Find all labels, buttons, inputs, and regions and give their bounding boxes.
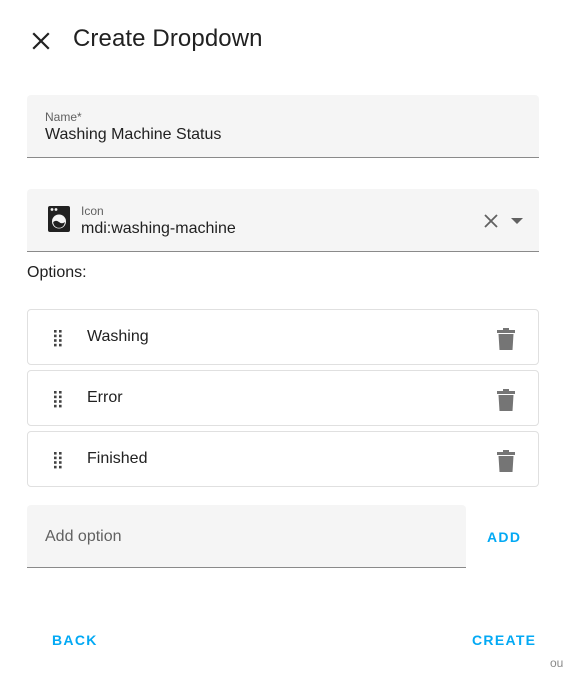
back-button[interactable]: BACK <box>52 632 98 648</box>
caret-down-icon <box>511 218 523 224</box>
close-icon <box>32 32 50 50</box>
add-option-field[interactable] <box>27 505 466 568</box>
icon-field-label: Icon <box>81 204 104 218</box>
drag-handle-icon[interactable] <box>52 451 68 469</box>
add-option-input[interactable] <box>45 525 445 549</box>
option-item: Finished <box>27 431 539 487</box>
close-button[interactable] <box>22 22 60 60</box>
delete-option-button[interactable] <box>494 388 518 412</box>
option-item: Error <box>27 370 539 426</box>
close-icon <box>484 214 498 228</box>
washing-machine-icon <box>48 206 70 232</box>
icon-field-value[interactable]: mdi:washing-machine <box>81 220 236 238</box>
trash-icon <box>497 450 515 472</box>
delete-option-button[interactable] <box>494 327 518 351</box>
trash-icon <box>497 328 515 350</box>
options-label: Options: <box>27 264 87 281</box>
name-field[interactable]: Name* Washing Machine Status <box>27 95 539 158</box>
icon-dropdown-button[interactable] <box>507 211 527 231</box>
icon-picker-field[interactable]: Icon mdi:washing-machine <box>27 189 539 252</box>
option-label: Washing <box>87 328 149 345</box>
name-field-label: Name* <box>45 110 82 124</box>
option-label: Finished <box>87 450 148 467</box>
dialog-header: Create Dropdown <box>0 0 565 82</box>
add-option-button[interactable]: ADD <box>487 529 521 545</box>
delete-option-button[interactable] <box>494 449 518 473</box>
clear-icon-button[interactable] <box>481 211 501 231</box>
option-label: Error <box>87 389 123 406</box>
option-item: Washing <box>27 309 539 365</box>
trash-icon <box>497 389 515 411</box>
dialog-title: Create Dropdown <box>73 25 263 52</box>
create-dropdown-dialog: Create Dropdown Name* Washing Machine St… <box>0 0 565 673</box>
drag-handle-icon[interactable] <box>52 329 68 347</box>
background-text-fragment: ou <box>550 656 564 670</box>
name-field-value[interactable]: Washing Machine Status <box>45 126 221 144</box>
create-button[interactable]: CREATE <box>472 632 536 648</box>
drag-handle-icon[interactable] <box>52 390 68 408</box>
